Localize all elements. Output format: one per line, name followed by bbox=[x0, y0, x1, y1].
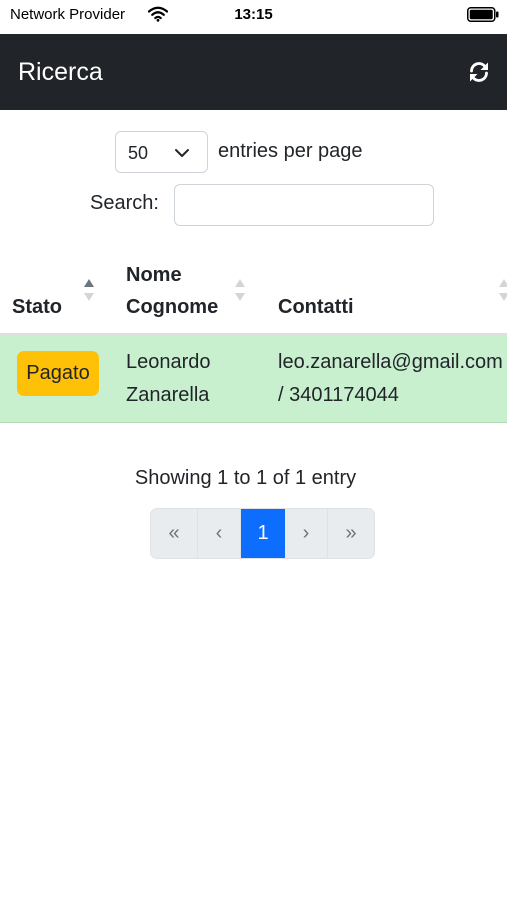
column-header-stato[interactable]: Stato bbox=[12, 291, 62, 323]
navbar: Ricerca bbox=[0, 34, 507, 110]
table-row[interactable]: Pagato Leonardo Zanarella leo.zanarella@… bbox=[0, 335, 507, 423]
sort-icon[interactable] bbox=[498, 277, 507, 303]
first-page-button[interactable]: « bbox=[151, 509, 198, 558]
app-screen: Network Provider 13:15 Ricerca 50 entrie… bbox=[0, 0, 507, 900]
entries-per-page-select[interactable]: 50 bbox=[115, 131, 208, 173]
sort-icon[interactable] bbox=[234, 277, 246, 303]
previous-page-button[interactable]: ‹ bbox=[198, 509, 241, 558]
page-title: Ricerca bbox=[18, 58, 103, 86]
search-label: Search: bbox=[90, 192, 159, 214]
battery-icon bbox=[467, 7, 499, 22]
clock: 13:15 bbox=[234, 6, 273, 23]
status-bar: Network Provider 13:15 bbox=[0, 0, 507, 34]
refresh-icon[interactable] bbox=[467, 60, 491, 84]
table-info: Showing 1 to 1 of 1 entry bbox=[134, 467, 357, 489]
entries-per-page-label: entries per page bbox=[218, 140, 363, 162]
cell-cognome: Zanarella bbox=[126, 384, 210, 406]
search-input[interactable] bbox=[174, 184, 434, 226]
current-page-button[interactable]: 1 bbox=[241, 509, 285, 558]
cell-nome: Leonardo bbox=[126, 351, 211, 373]
entries-per-page-value: 50 bbox=[128, 143, 149, 163]
next-page-button[interactable]: › bbox=[285, 509, 328, 558]
last-page-button[interactable]: » bbox=[328, 509, 374, 558]
cell-email: leo.zanarella@gmail.com bbox=[278, 351, 503, 373]
chevron-down-icon bbox=[175, 149, 189, 157]
sort-icon[interactable] bbox=[83, 277, 95, 303]
column-header-nome-line2[interactable]: Cognome bbox=[126, 291, 218, 323]
column-header-contatti[interactable]: Contatti bbox=[278, 291, 354, 323]
cell-phone: / 3401174044 bbox=[278, 384, 399, 406]
pagination: « ‹ 1 › » bbox=[150, 508, 375, 559]
status-badge: Pagato bbox=[17, 351, 99, 396]
column-header-nome-line1[interactable]: Nome bbox=[126, 259, 182, 291]
